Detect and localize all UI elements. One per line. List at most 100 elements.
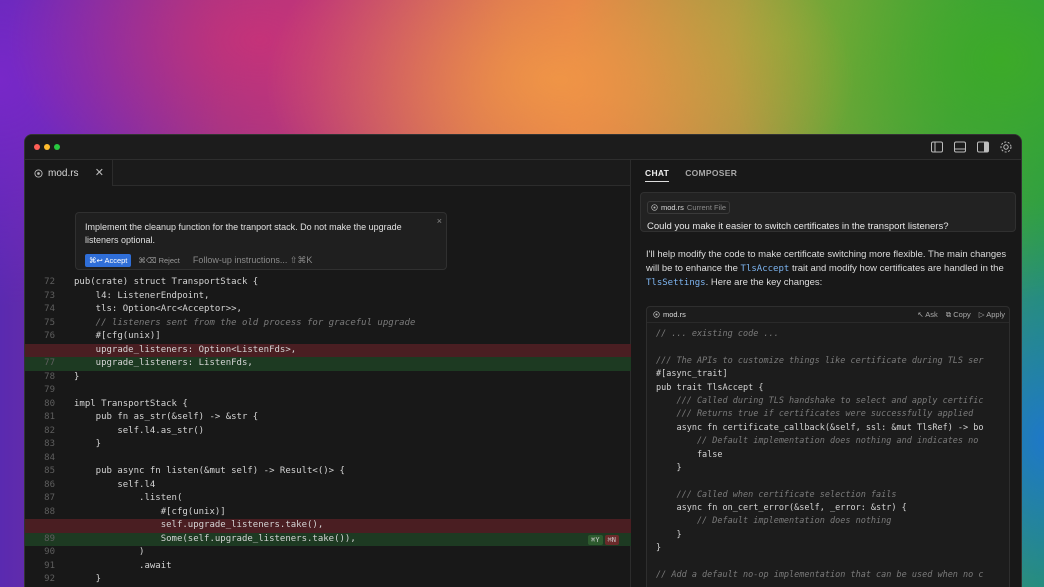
line-number: 75 [44,317,55,328]
code-block-line: } [656,543,662,554]
code-block-line: pub trait TlsAccept { [656,382,764,393]
code-block-line: /// The APIs to customize things like ce… [656,355,984,366]
line-number: 85 [44,466,55,476]
code-line: 80 impl TransportStack { [25,398,631,412]
panel-bottom-icon[interactable] [953,140,967,154]
rust-file-icon [653,311,660,318]
code-block-line: } [656,529,682,540]
user-message-text: Could you make it easier to switch certi… [647,221,949,232]
maximize-window-button[interactable] [54,144,60,150]
line-number: 82 [44,425,55,436]
code-line: 74 tls: Option<Arc<Acceptor>>, [25,303,631,317]
sidebar-right-icon[interactable] [976,140,990,154]
code-line: 79 [25,384,631,398]
code-text: Some(self.upgrade_listeners.take()), [74,533,356,544]
apply-label: Apply [986,310,1005,319]
code-block-line: // ... existing code ... [656,329,779,339]
code-text: self.l4.as_str() [74,425,205,436]
code-text: #[cfg(unix)] [74,506,226,517]
code-block-line [656,341,1009,354]
code-text: } [74,574,102,584]
code-editor[interactable]: 72 pub(crate) struct TransportStack {73 l… [25,276,631,587]
inline-prompt: Implement the cleanup function for the t… [75,212,447,270]
line-number: 88 [44,506,55,517]
code-line: 81 pub fn as_str(&self) -> &str { [25,411,631,425]
line-number: 80 [44,398,55,409]
sidebar-left-icon[interactable] [930,140,944,154]
code-line: 86 self.l4 [25,479,631,493]
minimize-window-button[interactable] [44,144,50,150]
copy-label: Copy [953,310,971,319]
code-line: 87 .listen( [25,492,631,506]
rust-file-icon [651,204,658,211]
line-number: 89 [44,533,55,544]
code-text: upgrade_listeners: Option<ListenFds>, [74,344,297,355]
line-number: 84 [44,452,55,463]
code-block-line: } [656,462,682,473]
code-text: } [74,439,102,449]
reject-button[interactable]: ⌘⌫ Reject [138,256,179,265]
code-block-line: /// Called when certificate selection fa… [656,489,897,500]
code-block-line: #[async_trait] [656,369,728,380]
code-line: 72 pub(crate) struct TransportStack { [25,276,631,290]
code-line: 75 // listeners sent from the old proces… [25,317,631,331]
line-number: 83 [44,439,55,449]
code-line: 88 #[cfg(unix)] [25,506,631,520]
close-window-button[interactable] [34,144,40,150]
code-block-line [656,556,1009,569]
gear-icon[interactable] [999,140,1013,154]
apply-button[interactable]: ▷ Apply [979,310,1005,320]
copy-button[interactable]: ⧉ Copy [946,310,971,320]
file-context-chip[interactable]: mod.rs Current File [647,201,731,214]
reject-change-button[interactable]: ⌘N [604,534,619,545]
code-text: l4: ListenerEndpoint, [74,290,210,301]
code-block-line: /// Returns true if certificates were su… [656,409,974,420]
code-text: upgrade_listeners: ListenFds, [74,358,253,368]
prompt-close-icon[interactable]: × [437,216,442,226]
code-text: .listen( [74,493,183,503]
code-line: 78} [25,371,631,385]
deleted-line: self.upgrade_listeners.take(), [25,519,631,533]
code-block-line: // Default implementation does nothing a… [656,436,979,447]
line-number: 91 [44,560,55,571]
tab-label: mod.rs [48,167,79,179]
code-text: ) [74,547,145,557]
editor-pane: mod.rs ✕ Implement the cleanup function … [25,160,631,587]
code-text: // listeners sent from the old process f… [74,317,416,328]
prompt-text: Implement the cleanup function for the t… [85,222,402,245]
line-number: 77 [44,358,55,368]
window-controls [34,144,60,150]
line-number: 87 [44,493,55,503]
assistant-text-2: trait and modify how certificates are ha… [791,263,1004,274]
code-block-line: async fn certificate_callback(&self, ssl… [656,422,984,433]
code-text: .await [74,560,172,571]
code-text: #[cfg(unix)] [74,331,161,341]
code-line: 90 ) [25,546,631,560]
rust-file-icon [34,168,43,178]
close-icon[interactable]: ✕ [95,166,104,179]
ask-button[interactable]: ↖ Ask [917,310,937,320]
added-line: 89 Some(self.upgrade_listeners.take()), ⌘… [25,532,631,546]
line-number: 79 [44,385,55,395]
followup-input[interactable]: Follow-up instructions... ⇧⌘K [193,255,313,266]
added-line: 77 upgrade_listeners: ListenFds, [25,357,631,371]
code-text: self.l4 [74,479,156,490]
accept-button[interactable]: ⌘↩ Accept [85,254,132,267]
editor-tab-bar: mod.rs ✕ [25,160,630,186]
code-block-file: mod.rs [663,310,686,319]
chat-panel: CHAT COMPOSER mod.rs Current File Could … [631,160,1021,587]
code-block-body[interactable]: // ... existing code ... /// The APIs to … [647,323,1009,582]
code-text: pub fn as_str(&self) -> &str { [74,412,259,422]
tab-composer[interactable]: COMPOSER [685,168,737,182]
inline-code-tlssettings: TlsSettings [646,278,706,288]
line-number: 74 [44,304,55,314]
tab-chat[interactable]: CHAT [645,168,670,182]
line-number: 76 [44,331,55,341]
editor-window: mod.rs ✕ Implement the cleanup function … [24,134,1022,587]
code-block: mod.rs ↖ Ask ⧉ Copy ▷ Apply // ... exist… [646,306,1010,587]
tab-mod-rs[interactable]: mod.rs ✕ [25,160,113,186]
code-line: 76 #[cfg(unix)] [25,330,631,344]
line-number: 78 [44,371,55,382]
accept-change-button[interactable]: ⌘Y [588,534,603,545]
code-text: pub async fn listen(&mut self) -> Result… [74,466,345,476]
